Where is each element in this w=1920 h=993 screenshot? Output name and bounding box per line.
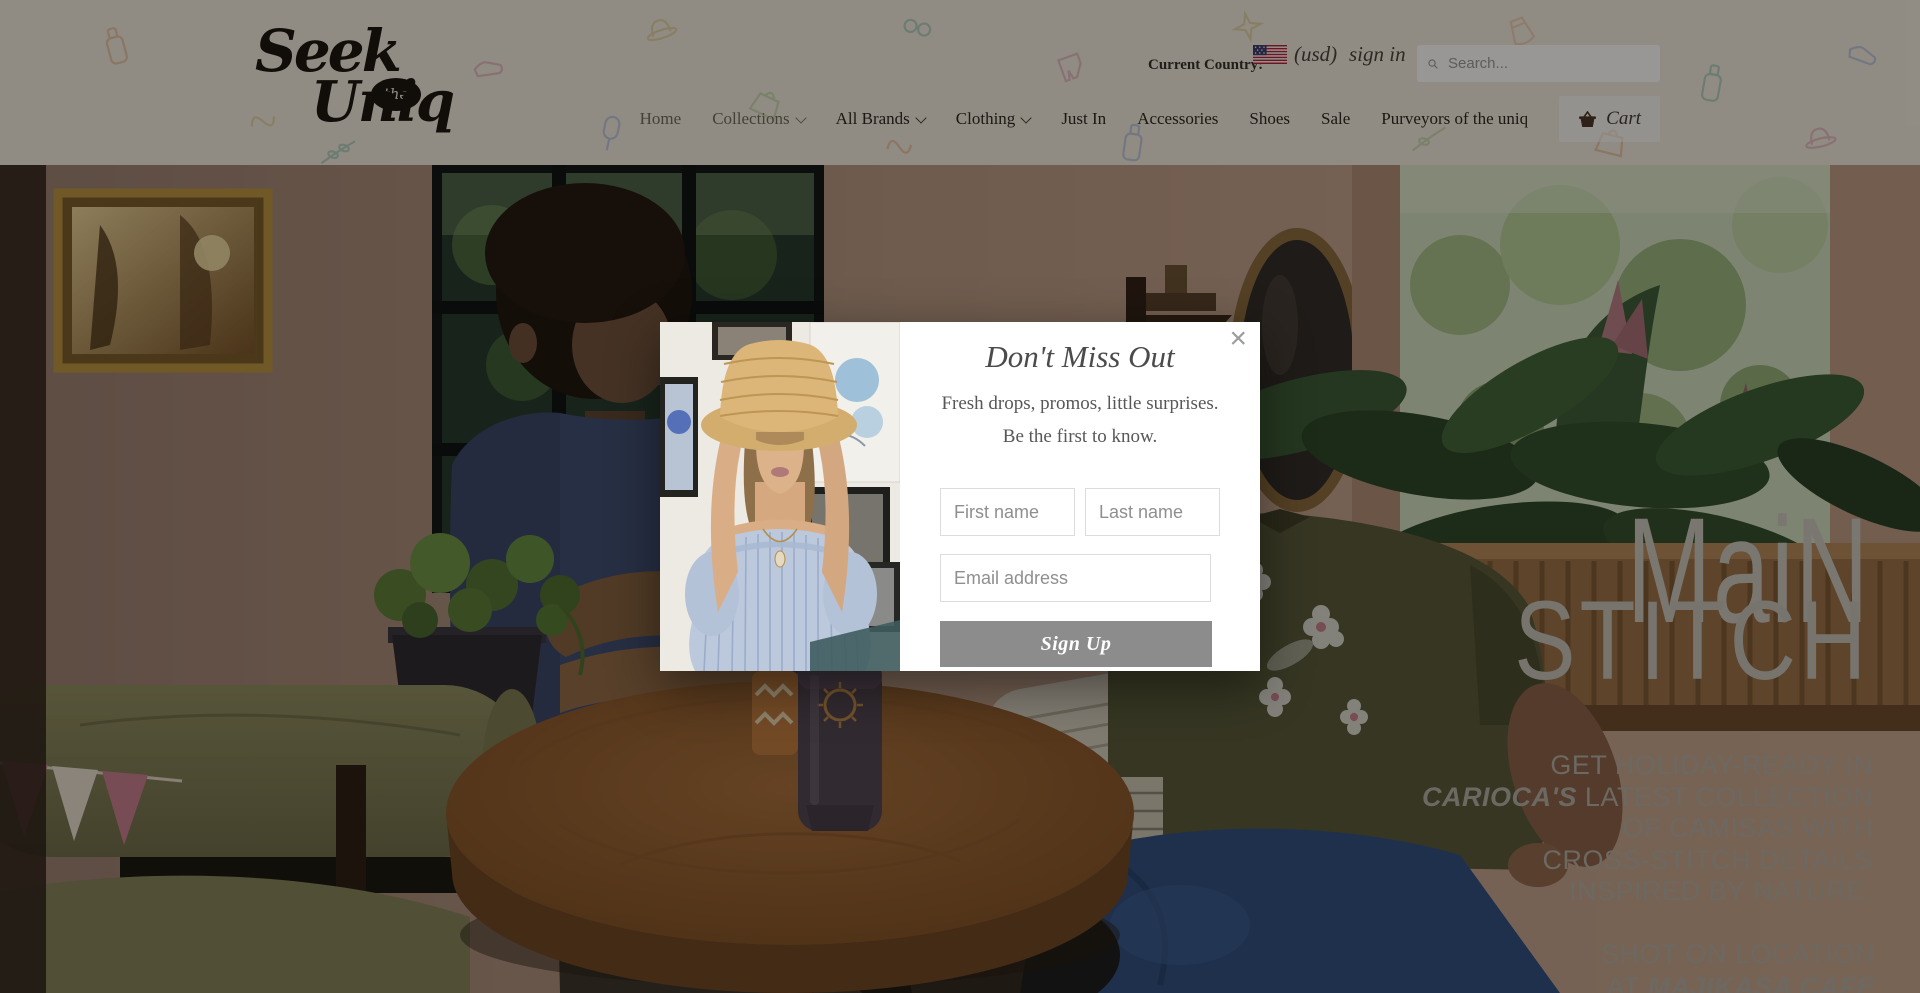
newsletter-modal: × Don't Miss Out Fresh drops, promos, li… xyxy=(660,322,1260,671)
modal-photo-woman-straw-hat xyxy=(660,322,900,671)
name-fields-row xyxy=(940,488,1221,536)
modal-subtitle-line1: Fresh drops, promos, little surprises. xyxy=(900,393,1260,415)
sign-up-button[interactable]: Sign Up xyxy=(940,621,1212,667)
last-name-input[interactable] xyxy=(1085,488,1220,536)
email-input[interactable] xyxy=(940,554,1211,602)
newsletter-form-pane: × Don't Miss Out Fresh drops, promos, li… xyxy=(900,322,1260,671)
modal-title: Don't Miss Out xyxy=(900,339,1260,375)
page: Seek the Uniq Current Country: (usd) sig… xyxy=(0,0,1920,993)
first-name-input[interactable] xyxy=(940,488,1075,536)
modal-subtitle-line2: Be the first to know. xyxy=(900,426,1260,448)
